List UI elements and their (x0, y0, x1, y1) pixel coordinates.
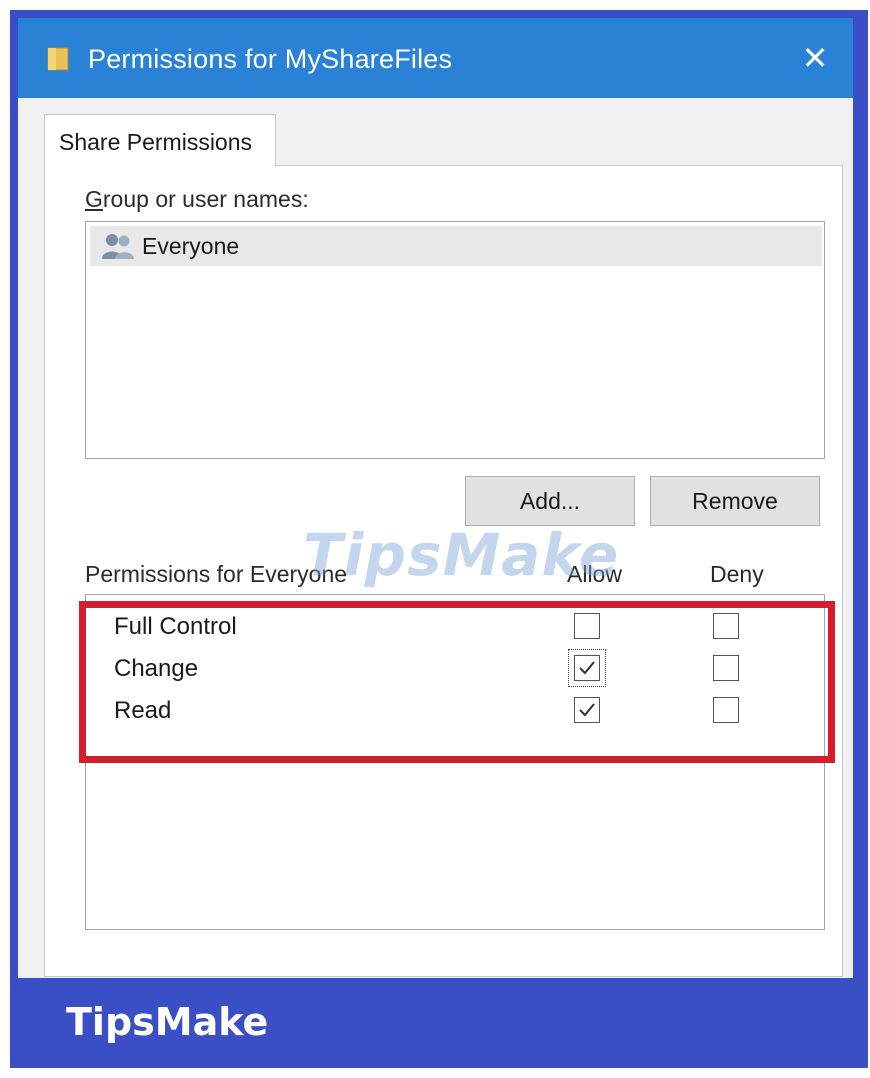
remove-button[interactable]: Remove (650, 476, 820, 526)
folder-icon (47, 47, 69, 71)
permission-name: Change (114, 655, 199, 682)
users-label: Group or user names: (85, 186, 309, 213)
allow-checkbox[interactable] (574, 613, 600, 639)
add-button[interactable]: Add... (465, 476, 635, 526)
permissions-list: Full Control Change Read (85, 594, 825, 930)
footer-banner: TipsMake (10, 980, 868, 1068)
permission-row: Change (86, 649, 824, 691)
permission-name: Full Control (114, 613, 237, 640)
permissions-dialog: Permissions for MyShareFiles ✕ Share Per… (18, 18, 853, 978)
deny-column-header: Deny (710, 561, 764, 587)
title-bar[interactable]: Permissions for MyShareFiles ✕ (18, 18, 853, 98)
users-icon (102, 234, 134, 259)
permission-row: Read (86, 693, 824, 733)
list-item-everyone[interactable]: Everyone (90, 226, 822, 266)
checkmark-icon (579, 703, 595, 717)
deny-checkbox[interactable] (713, 613, 739, 639)
tab-panel: Group or user names: Everyone Add... Rem… (44, 165, 843, 977)
permission-row: Full Control (86, 609, 824, 649)
checkmark-icon (579, 661, 595, 675)
allow-checkbox[interactable] (574, 655, 600, 681)
deny-checkbox[interactable] (713, 655, 739, 681)
tab-share-permissions[interactable]: Share Permissions (44, 114, 276, 167)
users-listbox[interactable]: Everyone (85, 221, 825, 459)
allow-checkbox[interactable] (574, 697, 600, 723)
window-title: Permissions for MyShareFiles (88, 44, 453, 74)
deny-checkbox[interactable] (713, 697, 739, 723)
watermark: TipsMake (303, 521, 620, 589)
permission-name: Read (114, 697, 172, 724)
user-label: Everyone (142, 233, 240, 259)
footer-brand: TipsMake (66, 1000, 269, 1044)
users-label-mnemonic: G (85, 186, 103, 212)
users-label-text: roup or user names: (102, 186, 309, 212)
close-button[interactable]: ✕ (795, 38, 835, 78)
tab-label: Share Permissions (59, 129, 253, 155)
